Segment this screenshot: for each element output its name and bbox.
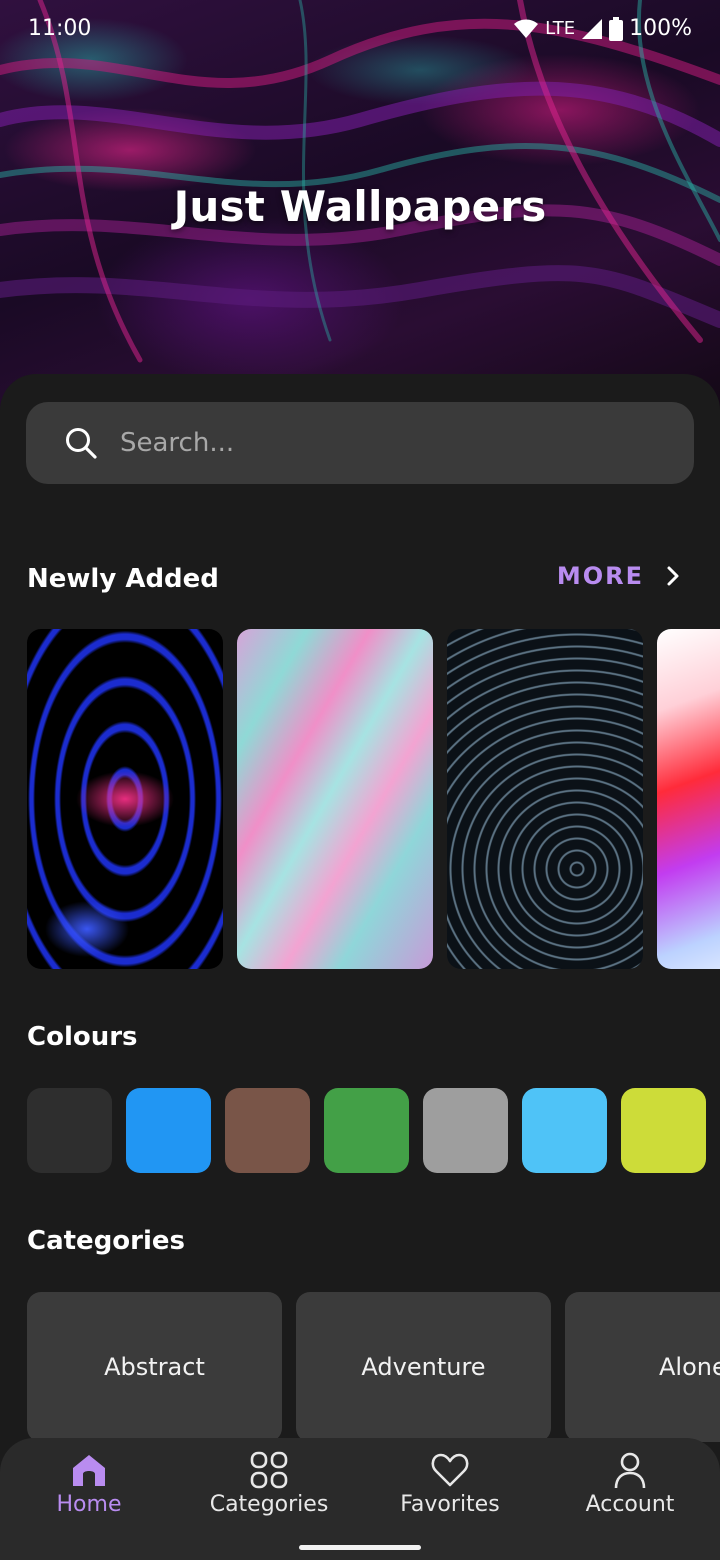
nav-favorites[interactable]: Favorites — [370, 1450, 530, 1517]
wallpaper-thumbnail[interactable] — [237, 629, 433, 969]
colours-title: Colours — [27, 1022, 138, 1052]
category-card-abstract[interactable]: Abstract — [27, 1292, 282, 1442]
colour-swatch[interactable] — [27, 1088, 112, 1173]
gesture-handle[interactable] — [299, 1545, 421, 1550]
chevron-right-icon — [667, 566, 679, 586]
person-icon — [614, 1452, 646, 1489]
wallpaper-thumbnail[interactable] — [27, 629, 223, 969]
heart-icon — [431, 1453, 469, 1487]
categories-title: Categories — [27, 1226, 186, 1256]
wallpaper-thumbnail[interactable] — [447, 629, 643, 969]
more-label: MORE — [556, 562, 644, 590]
wallpaper-thumbnail[interactable] — [657, 629, 720, 969]
app-title: Just Wallpapers — [173, 182, 547, 231]
content-sheet: Newly Added MORE Colours Categories Abst… — [0, 374, 720, 1560]
grid-icon — [250, 1451, 288, 1489]
category-card-adventure[interactable]: Adventure — [296, 1292, 551, 1442]
newly-added-carousel[interactable] — [27, 629, 720, 969]
header-artwork: Just Wallpapers — [0, 0, 720, 420]
status-time: 11:00 — [28, 16, 92, 41]
search-input[interactable] — [120, 428, 640, 458]
network-type: LTE — [545, 18, 576, 39]
wifi-icon — [514, 19, 539, 38]
search-icon — [66, 428, 97, 459]
colour-swatch[interactable] — [621, 1088, 706, 1173]
status-bar: 11:00 LTE 100% — [0, 0, 720, 60]
nav-categories[interactable]: Categories — [189, 1450, 349, 1517]
nav-home-label: Home — [56, 1492, 122, 1517]
category-card-alone[interactable]: Alone — [565, 1292, 720, 1442]
nav-favorites-label: Favorites — [400, 1492, 500, 1517]
colour-swatch[interactable] — [324, 1088, 409, 1173]
home-icon — [73, 1455, 105, 1486]
colour-swatch[interactable] — [225, 1088, 310, 1173]
newly-added-title: Newly Added — [27, 564, 219, 594]
more-button[interactable]: MORE — [557, 562, 680, 590]
colour-swatch[interactable] — [126, 1088, 211, 1173]
colour-swatches — [27, 1088, 720, 1174]
nav-account[interactable]: Account — [550, 1450, 710, 1517]
colour-swatch[interactable] — [423, 1088, 508, 1173]
colour-swatch[interactable] — [522, 1088, 607, 1173]
search-bar[interactable] — [26, 402, 694, 484]
categories-carousel: Abstract Adventure Alone — [27, 1292, 720, 1452]
signal-icon — [582, 18, 603, 39]
battery-icon — [609, 16, 624, 41]
bottom-navigation: Home Categories Favorites Account — [0, 1438, 720, 1560]
nav-home[interactable]: Home — [9, 1450, 169, 1517]
nav-account-label: Account — [585, 1492, 675, 1517]
nav-categories-label: Categories — [209, 1492, 329, 1517]
battery-level: 100% — [629, 16, 692, 41]
